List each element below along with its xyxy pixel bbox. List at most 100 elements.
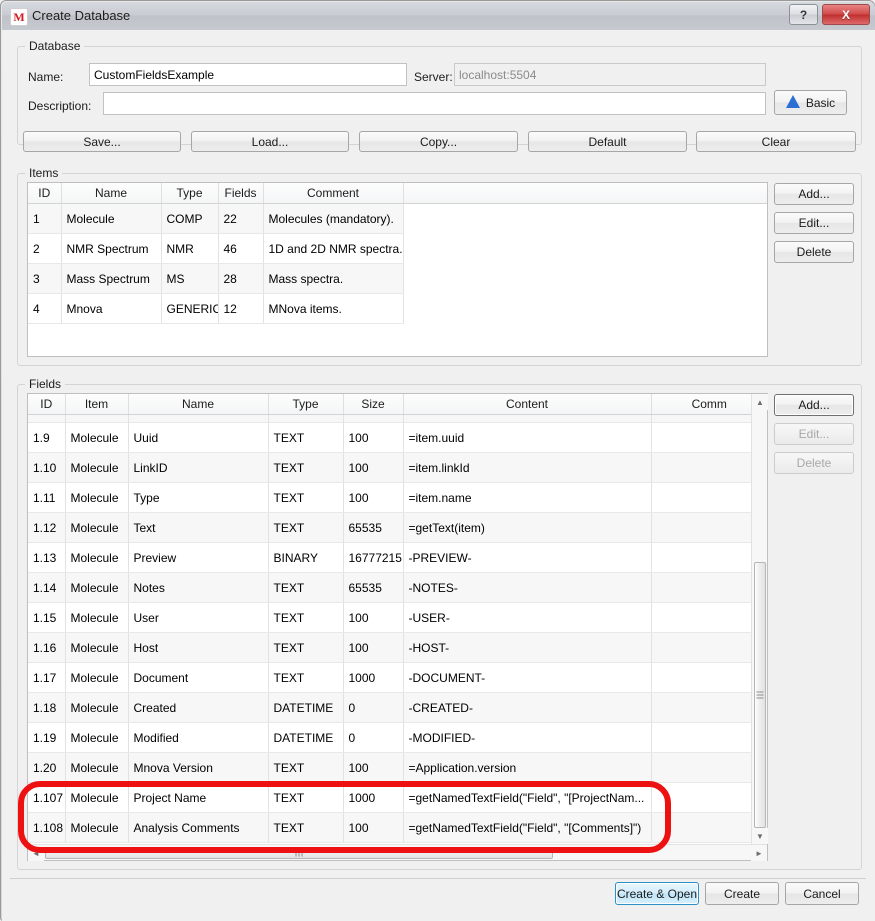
create-button[interactable]: Create [705, 882, 779, 905]
database-description-input[interactable] [103, 92, 766, 115]
fields-cell-content: =getNamedTextField("Field", "[ProjectNam… [403, 782, 652, 813]
fields-horizontal-scrollbar[interactable]: ◄ ► [28, 844, 767, 861]
scroll-down-icon[interactable]: ▼ [752, 828, 768, 844]
fields-cell-id: 1.12 [28, 512, 66, 543]
fields-col-content[interactable]: Content [403, 394, 652, 415]
fields-cell-name: Uuid [128, 422, 269, 453]
cancel-button[interactable]: Cancel [785, 882, 859, 905]
help-button[interactable]: ? [789, 4, 818, 25]
fields-hscroll-thumb[interactable] [45, 847, 553, 859]
items-cell-fields: 22 [218, 203, 264, 234]
items-col-type[interactable]: Type [161, 183, 219, 204]
table-row[interactable]: 3 Mass Spectrum MS 28 Mass spectra. [28, 263, 767, 294]
items-cell-filler [403, 293, 767, 324]
fields-cell-comment [651, 632, 767, 663]
items-edit-button[interactable]: Edit... [774, 212, 854, 234]
table-row[interactable]: 1.15 Molecule User TEXT 100 -USER- [28, 602, 767, 633]
description-label: Description: [28, 99, 92, 113]
items-cell-type: GENERIC [161, 293, 219, 324]
items-table[interactable]: ID Name Type Fields Comment 1 Molecule C… [27, 182, 768, 357]
table-row[interactable]: 1.17 Molecule Document TEXT 1000 -DOCUME… [28, 662, 767, 693]
table-row[interactable]: 1 Molecule COMP 22 Molecules (mandatory)… [28, 203, 767, 234]
items-delete-button[interactable]: Delete [774, 241, 854, 263]
items-cell-type: MS [161, 263, 219, 294]
table-row[interactable]: 1.13 Molecule Preview BINARY 16777215 -P… [28, 542, 767, 573]
basic-button-label: Basic [805, 95, 836, 110]
fields-cell-item: Molecule [65, 632, 129, 663]
fields-cell-id: 1.13 [28, 542, 66, 573]
fields-col-size[interactable]: Size [343, 394, 404, 415]
items-col-fields[interactable]: Fields [218, 183, 264, 204]
fields-cell-comment [651, 512, 767, 543]
table-row[interactable]: 1.14 Molecule Notes TEXT 65535 -NOTES- [28, 572, 767, 603]
table-row[interactable]: 1.11 Molecule Type TEXT 100 =item.name [28, 482, 767, 513]
default-button[interactable]: Default [528, 131, 687, 152]
items-add-button[interactable]: Add... [774, 183, 854, 205]
items-col-id[interactable]: ID [28, 183, 62, 204]
cone-icon [785, 95, 800, 108]
fields-add-button[interactable]: Add... [774, 394, 854, 416]
fields-col-name[interactable]: Name [128, 394, 269, 415]
copy-button[interactable]: Copy... [359, 131, 518, 152]
fields-cell-size: 100 [343, 752, 404, 783]
fields-cell-name: Analysis Comments [128, 812, 269, 843]
items-col-name[interactable]: Name [61, 183, 162, 204]
scroll-right-icon[interactable]: ► [751, 845, 767, 861]
database-name-input[interactable]: CustomFieldsExample [89, 63, 407, 86]
basic-mode-button[interactable]: Basic [774, 90, 847, 115]
fields-cell-size: 100 [343, 632, 404, 663]
table-row[interactable]: 1.107 Molecule Project Name TEXT 1000 =g… [28, 782, 767, 813]
items-cell-comment: Mass spectra. [263, 263, 404, 294]
fields-cell-size: 100 [343, 812, 404, 843]
clear-button[interactable]: Clear [696, 131, 856, 152]
title-bar-background-text [152, 4, 712, 22]
items-cell-type: COMP [161, 203, 219, 234]
fields-cell-item: Molecule [65, 542, 129, 573]
fields-cell-content: -USER- [403, 602, 652, 633]
fields-grid: ID Item Name Type Size Content Comm 1.9 … [28, 394, 767, 843]
table-row[interactable]: 1.20 Molecule Mnova Version TEXT 100 =Ap… [28, 752, 767, 783]
table-row[interactable]: 2 NMR Spectrum NMR 46 1D and 2D NMR spec… [28, 233, 767, 264]
table-row[interactable]: 1.19 Molecule Modified DATETIME 0 -MODIF… [28, 722, 767, 753]
create-and-open-button[interactable]: Create & Open [615, 882, 699, 905]
fields-vscroll-thumb[interactable] [754, 562, 766, 828]
fields-cell-content: =item.linkId [403, 452, 652, 483]
fields-cell-name: User [128, 602, 269, 633]
items-cell-name: Molecule [61, 203, 162, 234]
items-cell-id: 3 [28, 263, 62, 294]
fields-cell-comment [651, 422, 767, 453]
items-cell-name: Mass Spectrum [61, 263, 162, 294]
close-button[interactable]: X [822, 4, 870, 25]
scroll-left-icon[interactable]: ◄ [28, 845, 44, 861]
table-row[interactable]: 1.9 Molecule Uuid TEXT 100 =item.uuid [28, 422, 767, 453]
table-row[interactable]: 1.10 Molecule LinkID TEXT 100 =item.link… [28, 452, 767, 483]
table-row[interactable]: 1.12 Molecule Text TEXT 65535 =getText(i… [28, 512, 767, 543]
fields-vertical-scrollbar[interactable]: ▲ ▼ [751, 394, 768, 844]
fields-cell-item: Molecule [65, 452, 129, 483]
fields-cell-item: Molecule [65, 662, 129, 693]
fields-cell-name: Modified [128, 722, 269, 753]
fields-cell-type: TEXT [268, 782, 344, 813]
app-logo-icon: M [10, 8, 28, 26]
fields-table[interactable]: ID Item Name Type Size Content Comm 1.9 … [27, 393, 768, 861]
fields-cell-content: -CREATED- [403, 692, 652, 723]
items-col-comment[interactable]: Comment [263, 183, 404, 204]
fields-cell-type: TEXT [268, 812, 344, 843]
table-row[interactable]: 1.108 Molecule Analysis Comments TEXT 10… [28, 812, 767, 843]
fields-cell-content: -HOST- [403, 632, 652, 663]
load-button[interactable]: Load... [191, 131, 349, 152]
table-row[interactable]: 4 Mnova GENERIC 12 MNova items. [28, 293, 767, 324]
fields-col-id[interactable]: ID [28, 394, 66, 415]
database-group-label: Database [25, 39, 85, 53]
save-button[interactable]: Save... [23, 131, 181, 152]
scroll-up-icon[interactable]: ▲ [752, 394, 768, 410]
fields-col-comment[interactable]: Comm [651, 394, 767, 415]
fields-col-type[interactable]: Type [268, 394, 344, 415]
fields-col-item[interactable]: Item [65, 394, 129, 415]
table-row[interactable]: 1.16 Molecule Host TEXT 100 -HOST- [28, 632, 767, 663]
fields-cell-size: 100 [343, 452, 404, 483]
fields-cell-item: Molecule [65, 782, 129, 813]
fields-cell-id: 1.9 [28, 422, 66, 453]
table-row[interactable]: 1.18 Molecule Created DATETIME 0 -CREATE… [28, 692, 767, 723]
create-database-dialog: M Create Database ? X Database Name: Cus… [0, 0, 875, 921]
